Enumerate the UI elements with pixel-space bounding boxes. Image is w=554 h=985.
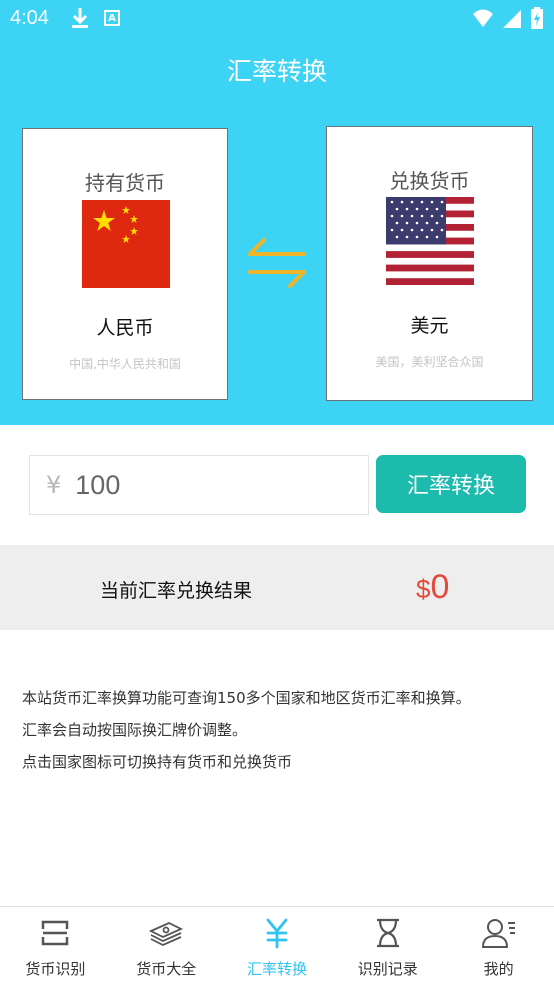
- target-heading: 兑换货币: [389, 169, 470, 193]
- amount-input[interactable]: [73, 468, 338, 502]
- result-currency-symbol: $: [416, 574, 431, 604]
- money-stack-icon: [148, 917, 184, 953]
- bottom-nav: 货币识别 货币大全 汇率转换 识别记录 我的: [0, 906, 554, 985]
- swap-currency-icon[interactable]: [246, 236, 308, 294]
- description-line: 点击国家图标可切换持有货币和兑换货币: [22, 753, 293, 771]
- target-currency-name: 美元: [410, 315, 449, 337]
- page-title: 汇率转换: [226, 57, 327, 86]
- result-label: 当前汇率兑换结果: [100, 580, 253, 602]
- tab-currency-recognition[interactable]: 货币识别: [0, 907, 111, 985]
- usa-flag-icon: [386, 197, 474, 285]
- description-line: 本站货币汇率换算功能可查询150多个国家和地区货币汇率和换算。: [22, 689, 471, 707]
- download-icon: [70, 6, 90, 34]
- description: 本站货币汇率换算功能可查询150多个国家和地区货币汇率和换算。 汇率会自动按国际…: [22, 682, 471, 778]
- china-flag-icon: [82, 200, 170, 288]
- tab-label: 汇率转换: [246, 960, 307, 978]
- scan-icon: [39, 917, 71, 953]
- description-line: 汇率会自动按国际换汇牌价调整。: [22, 721, 248, 739]
- tab-exchange-rate[interactable]: 汇率转换: [222, 907, 333, 985]
- signal-icon: [502, 7, 522, 33]
- amount-field[interactable]: ¥: [29, 455, 369, 515]
- holding-currency-card[interactable]: 持有货币 人民币 中国,中华人民共和国: [22, 128, 228, 400]
- tab-label: 识别记录: [357, 960, 418, 978]
- status-time: 4:04: [10, 7, 49, 29]
- tab-label: 我的: [483, 960, 514, 978]
- target-country: 美国，美利坚合众国: [375, 355, 484, 369]
- result-panel: 当前汇率兑换结果 $0: [0, 545, 554, 630]
- result-amount: 0: [430, 568, 450, 606]
- holding-currency-name: 人民币: [96, 317, 154, 339]
- header-panel: 4:04 A 汇率转换 持有货币 人民币 中国,中华人民共和国 兑换货币 美元 …: [0, 0, 554, 425]
- a-notification-icon: A: [104, 10, 120, 26]
- tab-currency-catalog[interactable]: 货币大全: [111, 907, 222, 985]
- hourglass-icon: [372, 917, 404, 953]
- tab-label: 货币识别: [25, 960, 86, 978]
- convert-button[interactable]: 汇率转换: [376, 455, 526, 513]
- target-currency-card[interactable]: 兑换货币 美元 美国，美利坚合众国: [326, 126, 533, 401]
- holding-country: 中国,中华人民共和国: [69, 357, 181, 371]
- battery-icon: [530, 6, 544, 34]
- yen-symbol: ¥: [46, 471, 62, 499]
- status-bar: 4:04 A: [0, 0, 554, 40]
- yen-icon: [261, 917, 293, 953]
- holding-heading: 持有货币: [85, 171, 165, 195]
- result-value: $0: [416, 568, 449, 607]
- tab-label: 货币大全: [136, 960, 197, 978]
- wifi-icon: [472, 7, 494, 33]
- user-icon: [481, 917, 517, 953]
- tab-recognition-history[interactable]: 识别记录: [332, 907, 443, 985]
- tab-profile[interactable]: 我的: [443, 907, 554, 985]
